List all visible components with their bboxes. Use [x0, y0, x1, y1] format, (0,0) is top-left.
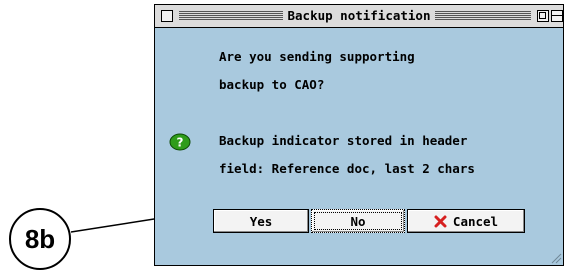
close-box[interactable]: [161, 10, 173, 22]
title-bar-stripes: [179, 11, 283, 20]
title-bar-stripes: [435, 11, 531, 20]
resize-grip-icon[interactable]: [546, 248, 562, 264]
question-line-1: Are you sending supporting: [219, 49, 415, 64]
svg-text:?: ?: [177, 136, 184, 150]
yes-button[interactable]: Yes: [213, 209, 309, 233]
cancel-button[interactable]: Cancel: [407, 209, 525, 233]
no-button-label: No: [350, 213, 366, 229]
backup-notification-dialog: Backup notification Are you sending supp…: [154, 4, 564, 266]
info-line-2: field: Reference doc, last 2 chars: [219, 161, 475, 176]
window-title: Backup notification: [287, 7, 431, 25]
title-bar[interactable]: Backup notification: [155, 5, 563, 28]
red-x-icon: [434, 215, 447, 227]
question-line-2: backup to CAO?: [219, 77, 325, 92]
cancel-button-label: Cancel: [452, 213, 499, 229]
question-green-icon: ?: [169, 133, 191, 151]
zoom-box[interactable]: [537, 10, 549, 22]
info-line-1: Backup indicator stored in header: [219, 133, 468, 148]
yes-button-label: Yes: [249, 213, 273, 229]
no-button[interactable]: No: [311, 209, 405, 233]
collapse-box[interactable]: [551, 10, 563, 22]
